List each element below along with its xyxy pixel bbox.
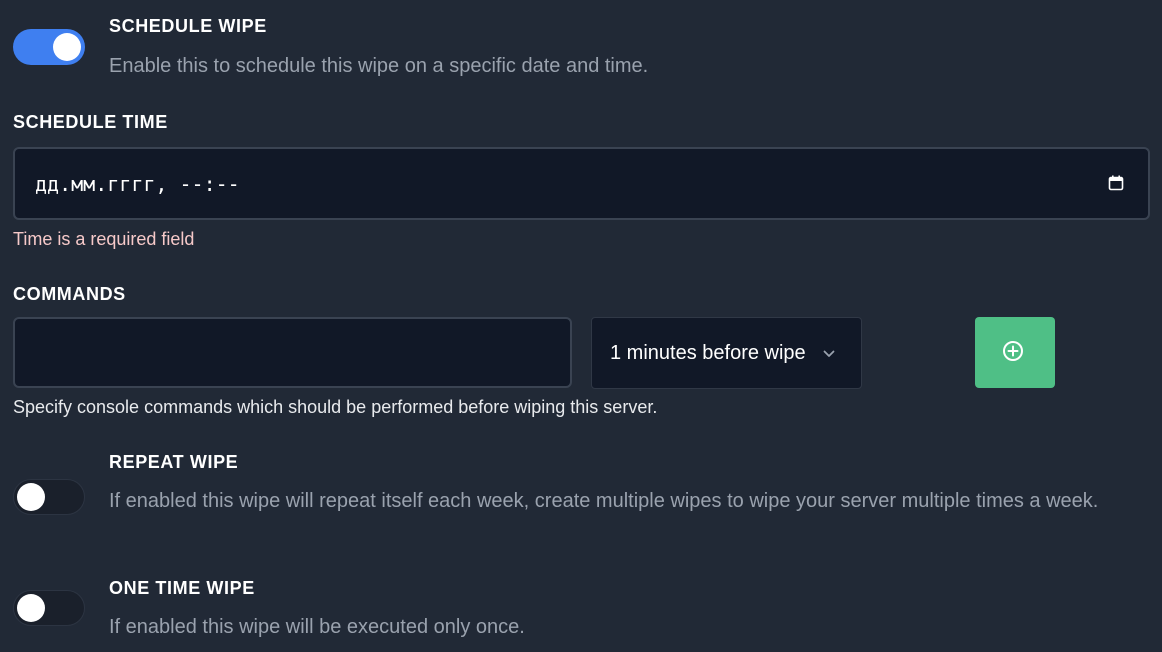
schedule-time-value: дд.мм.гггг, --:-- — [35, 172, 240, 196]
command-timing-value: 1 minutes before wipe — [610, 342, 806, 364]
repeat-wipe-toggle[interactable] — [13, 479, 85, 515]
one-time-wipe-description: If enabled this wipe will be executed on… — [109, 616, 525, 638]
toggle-knob — [53, 33, 81, 61]
repeat-wipe-description: If enabled this wipe will repeat itself … — [109, 490, 1099, 512]
add-command-button[interactable] — [975, 317, 1055, 388]
repeat-wipe-title: REPEAT WIPE — [109, 452, 239, 472]
schedule-time-input[interactable]: дд.мм.гггг, --:-- — [13, 147, 1150, 220]
commands-label: COMMANDS — [13, 284, 126, 304]
toggle-knob — [17, 483, 45, 511]
one-time-wipe-toggle[interactable] — [13, 590, 85, 626]
plus-circle-icon — [1003, 341, 1023, 361]
commands-helper-text: Specify console commands which should be… — [13, 397, 658, 417]
schedule-wipe-title: SCHEDULE WIPE — [109, 16, 267, 36]
command-timing-select[interactable]: 1 minutes before wipe — [591, 317, 862, 389]
schedule-wipe-description: Enable this to schedule this wipe on a s… — [109, 55, 649, 77]
schedule-wipe-toggle[interactable] — [13, 29, 85, 65]
command-input[interactable] — [13, 317, 572, 388]
one-time-wipe-title: ONE TIME WIPE — [109, 578, 255, 598]
schedule-time-label: SCHEDULE TIME — [13, 112, 168, 132]
toggle-knob — [17, 594, 45, 622]
calendar-icon[interactable] — [1108, 175, 1124, 191]
chevron-down-icon — [823, 350, 835, 357]
schedule-time-error: Time is a required field — [13, 229, 195, 249]
